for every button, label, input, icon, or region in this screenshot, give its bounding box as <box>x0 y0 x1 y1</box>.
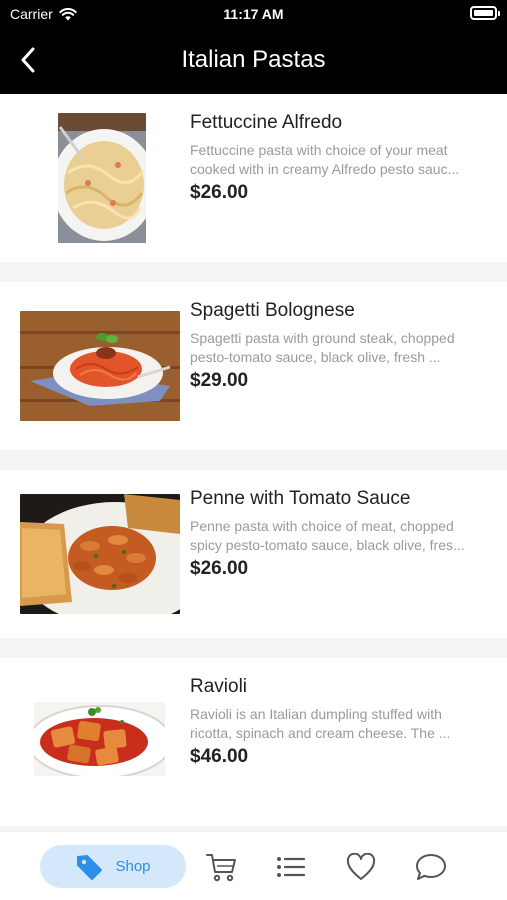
product-name: Spagetti Bolognese <box>190 300 355 321</box>
product-name: Ravioli <box>190 676 248 697</box>
tab-messages[interactable] <box>413 849 449 885</box>
tab-favorites[interactable] <box>343 849 379 885</box>
product-card[interactable]: Ravioli Ravioli is an Italian dumpling s… <box>0 658 507 826</box>
product-price: $46.00 <box>190 746 249 767</box>
list-icon <box>277 857 306 877</box>
product-price: $26.00 <box>190 182 249 203</box>
tab-cart[interactable] <box>203 849 239 885</box>
tab-shop-label: Shop <box>115 858 151 875</box>
product-description: Penne pasta with choice of meat, chopped… <box>190 517 490 555</box>
description-line: pesto-tomato sauce, black olive, fresh .… <box>190 349 441 365</box>
ravioli-image <box>34 702 165 776</box>
spagetti-bolognese-image <box>20 311 180 421</box>
tab-list[interactable] <box>273 849 309 885</box>
product-list[interactable]: Fettuccine Alfredo Fettuccine pasta with… <box>0 94 507 831</box>
tag-icon <box>77 854 103 880</box>
product-price: $26.00 <box>190 558 249 579</box>
status-time: 11:17 AM <box>223 6 284 22</box>
tab-shop[interactable]: Shop <box>40 845 186 888</box>
description-line: ricotta, spinach and cream cheese. The .… <box>190 725 451 741</box>
product-card[interactable]: Spagetti Bolognese Spagetti pasta with g… <box>0 282 507 450</box>
product-description: Spagetti pasta with ground steak, choppe… <box>190 329 490 367</box>
description-line: Fettuccine pasta with choice of your mea… <box>190 142 448 158</box>
status-bar: Carrier 11:17 AM <box>0 0 507 30</box>
product-description: Fettuccine pasta with choice of your mea… <box>190 141 490 179</box>
product-description: Ravioli is an Italian dumpling stuffed w… <box>190 705 490 743</box>
heart-icon <box>346 853 376 880</box>
description-line: cooked with in creamy Alfredo pesto sauc… <box>190 161 460 177</box>
product-name: Fettuccine Alfredo <box>190 112 343 133</box>
penne-tomato-sauce-image <box>20 494 180 614</box>
bottom-tab-bar: Shop <box>0 831 507 900</box>
product-card[interactable]: Penne with Tomato Sauce Penne pasta with… <box>0 470 507 638</box>
description-line: Penne pasta with choice of meat, chopped <box>190 518 454 534</box>
description-line: Spagetti pasta with ground steak, choppe… <box>190 330 455 346</box>
cart-icon <box>206 854 236 882</box>
navigation-bar: Italian Pastas <box>0 30 507 94</box>
description-line: Ravioli is an Italian dumpling stuffed w… <box>190 706 442 722</box>
product-price: $29.00 <box>190 370 249 391</box>
chat-bubble-icon <box>416 854 446 880</box>
product-name: Penne with Tomato Sauce <box>190 488 411 509</box>
page-title: Italian Pastas <box>181 46 326 73</box>
app-header: Carrier 11:17 AM Italian Pastas <box>0 0 507 94</box>
fettuccine-alfredo-image <box>58 113 146 243</box>
battery-icon <box>470 6 500 20</box>
product-card[interactable]: Fettuccine Alfredo Fettuccine pasta with… <box>0 94 507 262</box>
description-line: spicy pesto-tomato sauce, black olive, f… <box>190 537 465 553</box>
